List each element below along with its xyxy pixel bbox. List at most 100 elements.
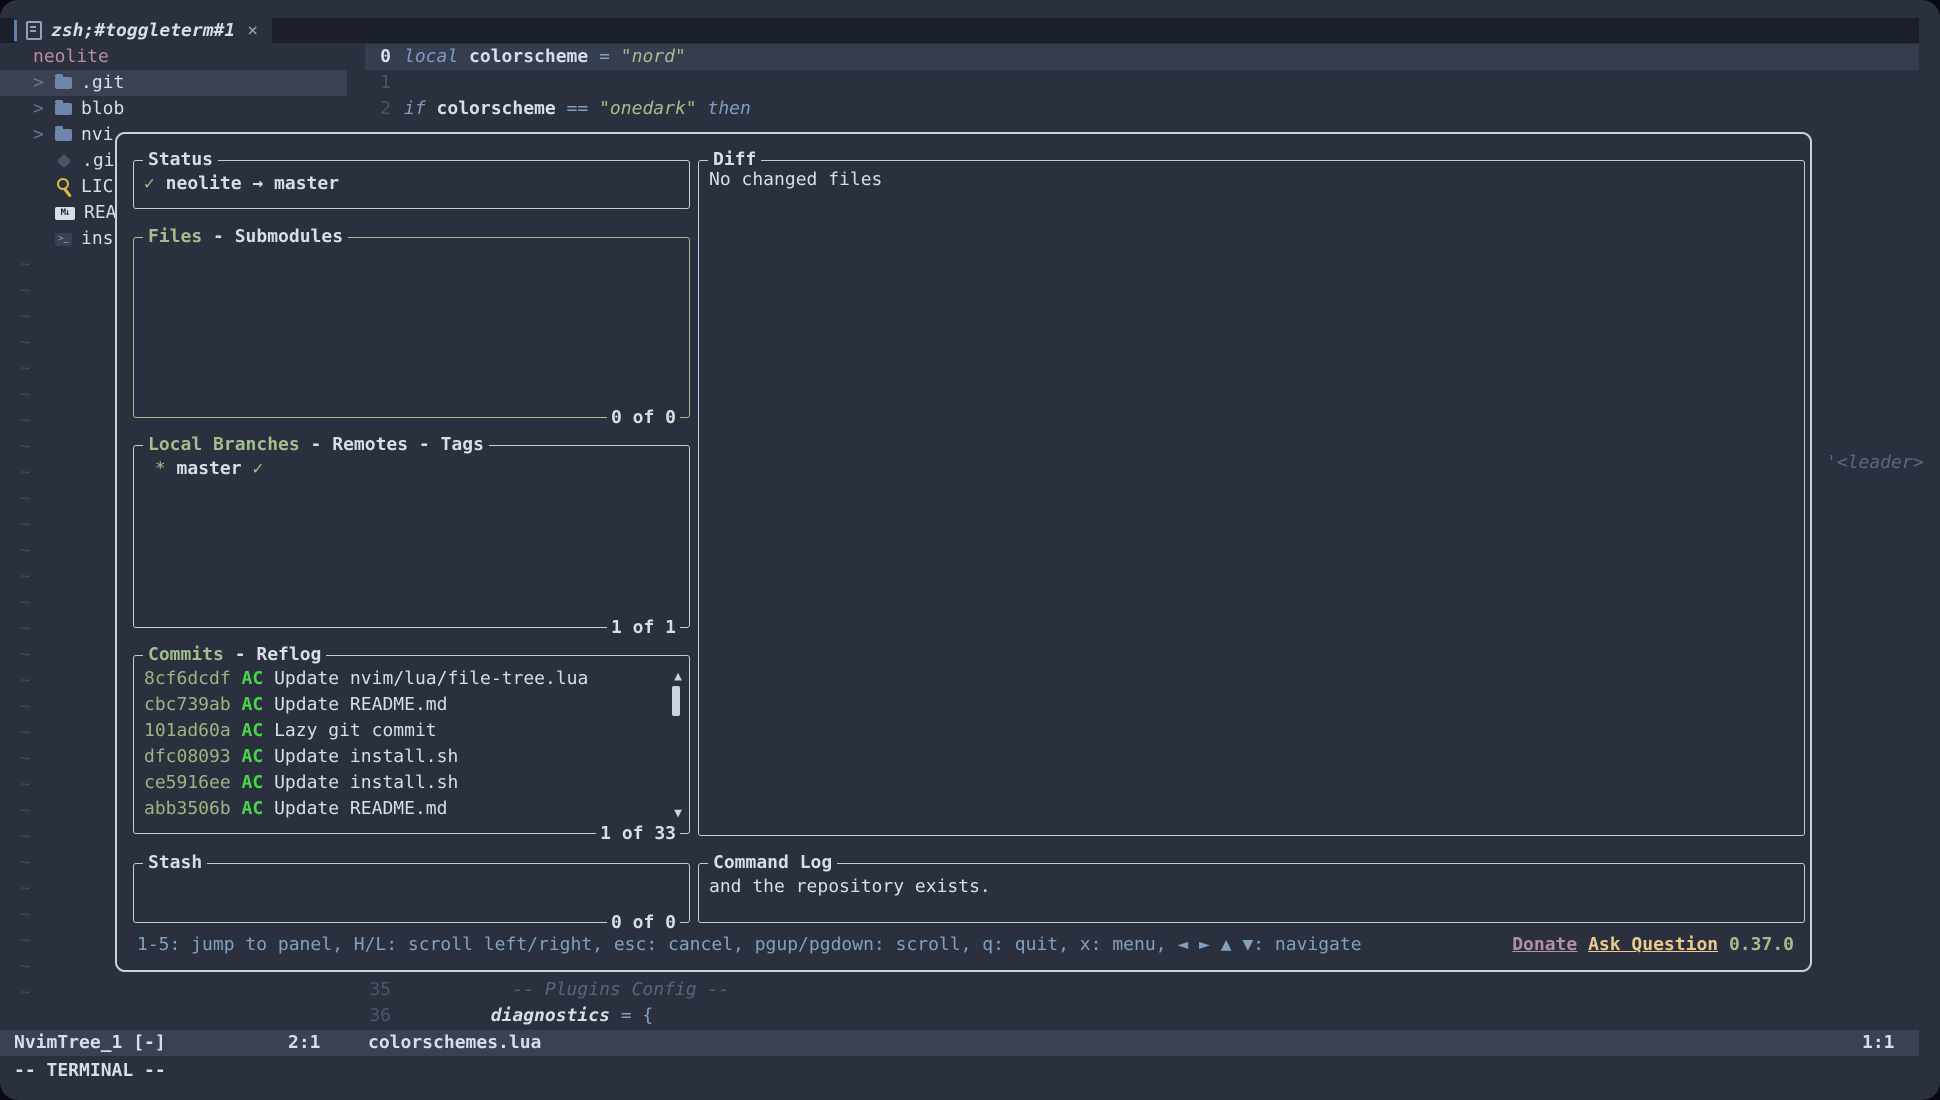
keybinding-bar: 1-5: jump to panel, H/L: scroll left/rig… — [137, 932, 1794, 958]
empty-line-tilde: ~ — [20, 798, 31, 824]
commit-row[interactable]: ce5916ee AC Update install.sh — [144, 770, 458, 796]
commit-row[interactable]: cbc739ab AC Update README.md — [144, 692, 447, 718]
commit-row[interactable]: 101ad60a AC Lazy git commit — [144, 718, 437, 744]
empty-line-tilde: ~ — [20, 252, 31, 278]
folder-icon — [55, 103, 72, 115]
command-log-text: and the repository exists. — [709, 874, 991, 900]
status-panel-title: Status — [143, 147, 218, 173]
tree-item-label: .gi — [82, 148, 115, 174]
commit-hash: 8cf6dcdf — [144, 668, 231, 689]
tree-root[interactable]: neolite — [0, 44, 347, 70]
comment-token: -- Plugins Config -- — [404, 979, 729, 1000]
tree-item-blob[interactable]: > blob — [0, 96, 347, 122]
commits-tab[interactable]: Commits — [148, 644, 224, 665]
commit-author-initials: AC — [242, 772, 264, 793]
statusline-ruler-right: 1:1 — [1862, 1030, 1895, 1056]
reflog-tab[interactable]: - Reflog — [224, 644, 322, 665]
file-icon — [26, 21, 42, 40]
tree-item-label: .git — [81, 70, 124, 96]
operator-token: == — [567, 98, 600, 119]
folder-icon — [55, 77, 72, 89]
code-line-2: 2 if colorscheme == "onedark" then — [347, 96, 751, 122]
branch-row[interactable]: * master ✓ — [144, 456, 263, 482]
empty-line-tilde: ~ — [20, 850, 31, 876]
tree-item-git[interactable]: > .git — [0, 70, 347, 96]
current-branch-star: * — [144, 458, 177, 479]
lazygit-window: Status ✓ neolite → master Files - Submod… — [115, 132, 1812, 972]
diff-panel[interactable]: Diff No changed files — [698, 160, 1805, 836]
commit-row[interactable]: dfc08093 AC Update install.sh — [144, 744, 458, 770]
commits-counter: 1 of 33 — [596, 821, 680, 847]
donate-link[interactable]: Donate — [1512, 934, 1577, 955]
remotes-tags-tabs[interactable]: - Remotes - Tags — [300, 434, 484, 455]
status-panel[interactable]: Status ✓ neolite → master — [133, 160, 690, 209]
tree-item-label: blob — [81, 96, 124, 122]
commits-panel[interactable]: Commits - Reflog 8cf6dcdf AC Update nvim… — [133, 655, 690, 834]
key-icon — [57, 178, 69, 190]
empty-line-tilde: ~ — [20, 304, 31, 330]
files-counter: 0 of 0 — [607, 405, 680, 431]
indent — [404, 1005, 491, 1026]
commit-hash: dfc08093 — [144, 746, 231, 767]
commit-author-initials: AC — [242, 694, 264, 715]
empty-line-tilde: ~ — [20, 616, 31, 642]
empty-buffer-tildes: ~~~~~~~~~~~~~~~~~~~~~~~~~~~~~ — [20, 252, 31, 1006]
commit-author-initials: AC — [242, 746, 264, 767]
empty-line-tilde: ~ — [20, 668, 31, 694]
statusline: NvimTree_1 [-] 2:1 colorschemes.lua 1:1 — [0, 1030, 1919, 1056]
local-branches-tab[interactable]: Local Branches — [148, 434, 300, 455]
empty-line-tilde: ~ — [20, 824, 31, 850]
terminal-tab[interactable]: zsh;#toggleterm#1 × — [14, 15, 272, 46]
line-number: 1 — [347, 70, 391, 96]
empty-line-tilde: ~ — [20, 694, 31, 720]
branch-name: master — [177, 458, 242, 479]
tree-item-label: LIC — [81, 174, 114, 200]
scrollbar-thumb[interactable] — [672, 686, 680, 716]
empty-line-tilde: ~ — [20, 954, 31, 980]
command-log-panel[interactable]: Command Log and the repository exists. — [698, 863, 1805, 923]
commit-row[interactable]: abb3506b AC Update README.md — [144, 796, 447, 822]
tree-root-label: neolite — [33, 44, 109, 70]
submodules-tab[interactable]: - Submodules — [202, 226, 343, 247]
tab-title: zsh;#toggleterm#1 — [51, 18, 235, 44]
code-line-35: 35 -- Plugins Config -- — [347, 977, 729, 1003]
commit-hash: ce5916ee — [144, 772, 231, 793]
empty-line-tilde: ~ — [20, 356, 31, 382]
line-number: 36 — [347, 1003, 391, 1029]
chevron-right-icon: > — [33, 70, 46, 96]
operator-token: = { — [610, 1005, 653, 1026]
stash-panel[interactable]: Stash 0 of 0 — [133, 863, 690, 923]
branches-panel[interactable]: Local Branches - Remotes - Tags * master… — [133, 445, 690, 628]
shell-script-icon: >_ — [55, 233, 72, 246]
commit-author-initials: AC — [242, 720, 264, 741]
empty-line-tilde: ~ — [20, 564, 31, 590]
variable-token: colorscheme — [426, 98, 567, 119]
empty-line-tilde: ~ — [20, 382, 31, 408]
files-panel[interactable]: Files - Submodules 0 of 0 — [133, 237, 690, 418]
code-line-36: 36 diagnostics = { — [347, 1003, 653, 1029]
statusline-file-name: colorschemes.lua — [368, 1030, 541, 1056]
commit-message: Update install.sh — [274, 772, 458, 793]
empty-line-tilde: ~ — [20, 746, 31, 772]
empty-line-tilde: ~ — [20, 278, 31, 304]
files-tab[interactable]: Files — [148, 226, 202, 247]
commit-row[interactable]: 8cf6dcdf AC Update nvim/lua/file-tree.lu… — [144, 666, 588, 692]
commit-message: Lazy git commit — [274, 720, 437, 741]
empty-line-tilde: ~ — [20, 928, 31, 954]
string-token: "onedark" — [599, 98, 697, 119]
commit-hash: 101ad60a — [144, 720, 231, 741]
empty-line-tilde: ~ — [20, 434, 31, 460]
commits-panel-title: Commits - Reflog — [143, 642, 326, 668]
empty-line-tilde: ~ — [20, 330, 31, 356]
folder-icon — [55, 129, 72, 141]
commit-message: Update nvim/lua/file-tree.lua — [274, 668, 588, 689]
empty-line-tilde: ~ — [20, 512, 31, 538]
line-number: 2 — [347, 96, 391, 122]
ask-question-link[interactable]: Ask Question — [1588, 934, 1718, 955]
code-line-0: 0 local colorscheme = "nord" — [347, 44, 686, 70]
statusline-ruler-left: 2:1 — [288, 1030, 321, 1056]
tab-close-icon[interactable]: × — [247, 18, 258, 44]
info-links: Donate Ask Question 0.37.0 — [1512, 932, 1794, 958]
commit-message: Update README.md — [274, 694, 447, 715]
command-log-title: Command Log — [708, 850, 837, 876]
